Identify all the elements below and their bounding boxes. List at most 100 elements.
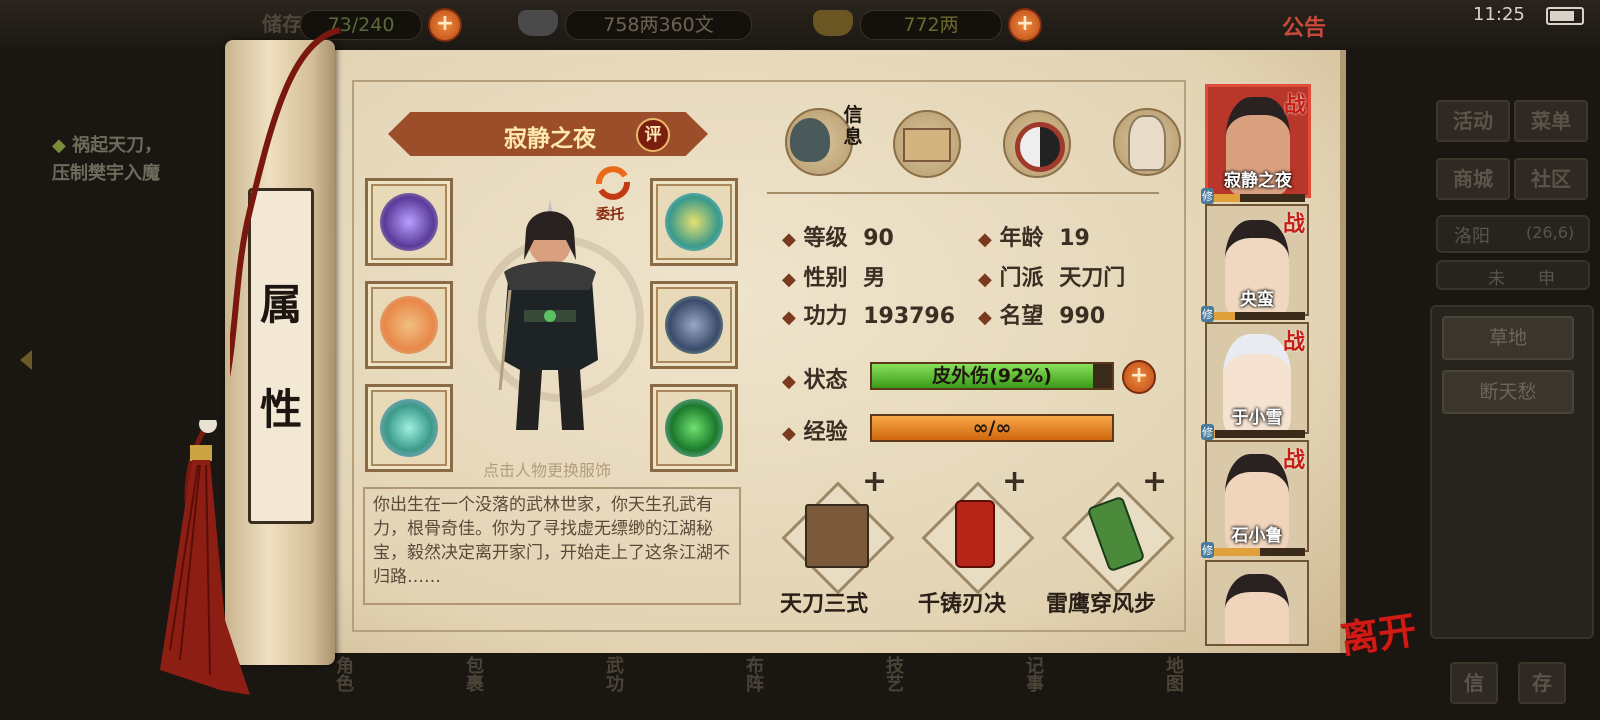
nav-journal[interactable]: 记事	[1020, 656, 1046, 692]
stat-exp: ◆ 经验	[782, 414, 848, 446]
leave-button[interactable]: 离开	[1337, 599, 1420, 664]
change-outfit-hint: 点击人物更换服饰	[483, 461, 612, 480]
heal-button[interactable]: +	[1122, 360, 1156, 394]
diamond-bullet-icon: ◆	[782, 307, 796, 328]
time-char-2: 申	[1538, 269, 1555, 289]
roster-xp-bar: 修	[1201, 306, 1305, 322]
exp-text: ∞/∞	[972, 417, 1012, 439]
gold-add-button[interactable]: +	[1008, 8, 1042, 42]
stat-level-value: 90	[863, 226, 894, 251]
stat-level: ◆ 等级 90	[782, 220, 894, 252]
save-button[interactable]: 存	[1518, 662, 1566, 704]
diamond-bullet-icon: ◆	[978, 269, 992, 290]
roster-name: 石小鲁	[1231, 526, 1283, 546]
quest-line-2: 压制樊宇入魔	[52, 163, 160, 184]
diamond-bullet-icon: ◆	[782, 423, 796, 444]
status-text: 皮外伤(92%)	[932, 365, 1052, 387]
stat-power-label: 功力	[803, 304, 848, 329]
quest-line-1: 祸起天刀，	[72, 135, 163, 156]
roster-member-4[interactable]: 战 石小鲁	[1205, 440, 1309, 552]
diamond-bullet-icon: ◆	[782, 229, 796, 250]
notice-button[interactable]: 公告	[1282, 10, 1326, 42]
character-portrait[interactable]	[480, 190, 620, 450]
fight-badge: 战	[1282, 212, 1305, 237]
skill-slot-3[interactable]	[1061, 481, 1175, 595]
stat-fame-label: 名望	[999, 304, 1044, 329]
quest-tracker[interactable]: ◆ 祸起天刀， 压制樊宇入魔	[52, 132, 162, 188]
nav-map[interactable]: 地图	[1160, 656, 1186, 692]
equip-slot-amulet[interactable]	[650, 384, 738, 472]
equip-slot-belt[interactable]	[650, 178, 738, 266]
nav-bag[interactable]: 包裹	[460, 656, 486, 692]
stat-sect-label: 门派	[999, 266, 1044, 291]
fight-badge: 战	[1282, 330, 1305, 355]
nearby-item-grass[interactable]: 草地	[1442, 316, 1574, 360]
gold-amount: 772两	[860, 10, 1002, 40]
skill-1-add-button[interactable]: +	[862, 464, 887, 499]
time-dial: 未 申	[1436, 260, 1590, 290]
tab-divider	[767, 192, 1159, 194]
tassel-ornament-icon	[160, 420, 250, 695]
rate-button[interactable]: 评	[636, 118, 670, 152]
roster-xp-bar: 修	[1201, 542, 1305, 558]
diamond-bullet-icon: ◆	[52, 135, 73, 156]
roster-member-1[interactable]: 战 寂静之夜	[1205, 84, 1311, 198]
location-coords: (26,6)	[1526, 223, 1575, 242]
roster-member-5[interactable]	[1205, 560, 1309, 646]
cultivate-badge: 修	[1201, 424, 1214, 440]
character-bio-box: 你出生在一个没落的武林世家，你天生孔武有力，根骨奇佳。你为了寻找虚无缥缈的江湖秘…	[363, 487, 741, 605]
nav-role[interactable]: 角色	[330, 656, 356, 692]
location-bar[interactable]: 洛阳 (26,6)	[1436, 215, 1590, 253]
nav-craft[interactable]: 技艺	[880, 656, 906, 692]
entrust-swap-icon[interactable]	[593, 166, 633, 200]
tab-info-text: 信息	[843, 104, 863, 148]
nav-formation[interactable]: 布阵	[740, 656, 766, 692]
cultivate-badge: 修	[1201, 306, 1214, 322]
equip-slot-armor[interactable]	[650, 281, 738, 369]
book-icon	[805, 504, 869, 568]
cultivate-badge: 修	[1201, 188, 1214, 204]
character-bio: 你出生在一个没落的武林世家，你天生孔武有力，根骨奇佳。你为了寻找虚无缥缈的江湖秘…	[373, 495, 730, 587]
character-name: 寂静之夜	[504, 126, 596, 152]
stat-power: ◆ 功力 193796	[782, 298, 955, 330]
roster-name: 央蛮	[1240, 290, 1274, 310]
roster-member-2[interactable]: 战 央蛮	[1205, 204, 1309, 316]
equip-slot-gloves[interactable]	[365, 178, 453, 266]
expand-left-arrow-icon[interactable]	[20, 350, 32, 370]
bottom-nav: 角色 包裹 武功 布阵 技艺 记事 地图	[250, 648, 1300, 720]
skill-slot-2[interactable]	[921, 481, 1035, 595]
stat-sect: ◆ 门派 天刀门	[978, 260, 1125, 292]
skill-slot-1[interactable]	[781, 481, 895, 595]
equip-slot-weapon[interactable]	[365, 281, 453, 369]
skill-2-add-button[interactable]: +	[1002, 464, 1027, 499]
nav-martial[interactable]: 武功	[600, 656, 626, 692]
diamond-bullet-icon: ◆	[782, 269, 796, 290]
mail-button[interactable]: 信	[1450, 662, 1498, 704]
equip-slot-ring[interactable]	[365, 384, 453, 472]
entrust-label[interactable]: 委托	[596, 204, 624, 224]
roster-member-3[interactable]: 战 于小雪	[1205, 322, 1309, 434]
stat-age-label: 年龄	[999, 226, 1044, 251]
status-bar: 皮外伤(92%)	[870, 362, 1114, 390]
stat-age: ◆ 年龄 19	[978, 220, 1090, 252]
storage-add-button[interactable]: +	[428, 8, 462, 42]
red-scroll-icon	[955, 500, 995, 568]
skill-3-add-button[interactable]: +	[1142, 464, 1167, 499]
stat-age-value: 19	[1059, 226, 1090, 251]
fight-badge: 战	[1283, 93, 1306, 118]
gold-ingot-icon	[813, 10, 853, 36]
shop-button[interactable]: 商城	[1436, 158, 1510, 200]
exp-bar: ∞/∞	[870, 414, 1114, 442]
jade-amulet-icon	[665, 399, 723, 457]
activity-button[interactable]: 活动	[1436, 100, 1510, 142]
menu-button[interactable]: 菜单	[1514, 100, 1588, 142]
community-button[interactable]: 社区	[1514, 158, 1588, 200]
belt-icon	[665, 193, 723, 251]
fight-badge: 战	[1282, 448, 1305, 473]
nearby-item-npc[interactable]: 断天愁	[1442, 370, 1574, 414]
bagua-icon	[1015, 122, 1065, 172]
stat-fame-value: 990	[1059, 304, 1106, 329]
roster-xp-bar: 修	[1201, 424, 1305, 440]
scroll-book-icon	[903, 128, 951, 162]
clock: 11:25	[1473, 4, 1525, 25]
